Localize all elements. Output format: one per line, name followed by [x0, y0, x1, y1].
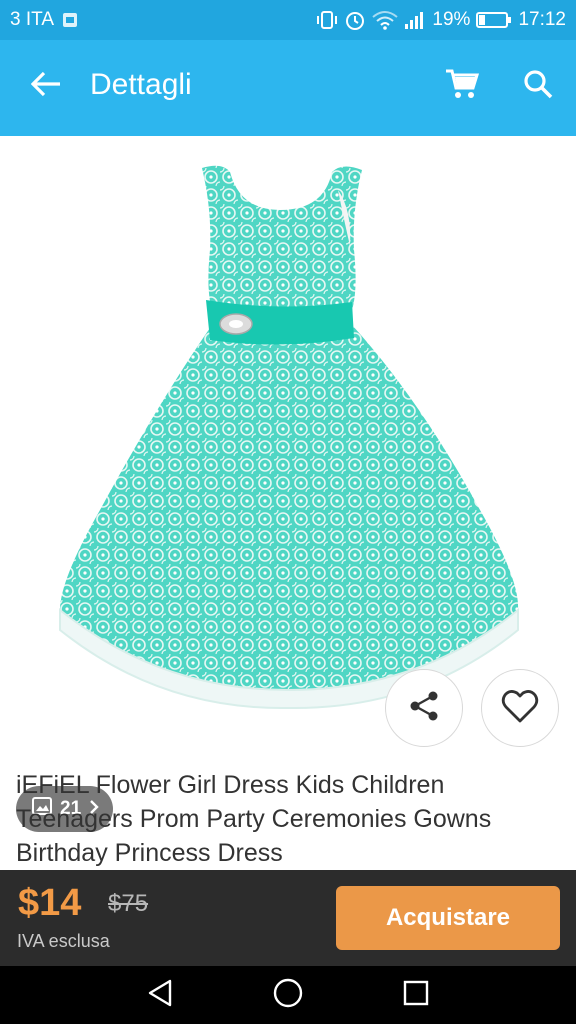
back-button[interactable] [24, 64, 68, 108]
price: $14 [18, 882, 82, 924]
vibrate-icon [316, 10, 338, 30]
back-arrow-icon [30, 71, 61, 102]
nav-recents-button[interactable] [392, 975, 440, 1015]
product-image [59, 165, 519, 710]
battery-icon [476, 11, 512, 29]
cart-icon [445, 68, 480, 105]
search-icon [523, 69, 553, 104]
signal-icon [404, 10, 426, 30]
wifi-icon [372, 10, 399, 30]
vat-note: IVA esclusa [17, 931, 110, 951]
status-bar: 3 ITA 19% 17:12 [0, 0, 576, 40]
price-bar: $14 $75 IVA esclusa Acquistare [0, 870, 576, 966]
carrier-label: 3 ITA [10, 9, 54, 30]
battery-percent: 19% [432, 9, 471, 30]
page-title: Dettagli [90, 68, 192, 101]
share-icon [407, 689, 441, 728]
product-gallery[interactable]: 21 [0, 140, 576, 832]
buy-button[interactable]: Acquistare [336, 886, 560, 950]
home-circle-icon [272, 977, 304, 1014]
favorite-button[interactable] [481, 669, 559, 747]
search-button[interactable] [514, 62, 562, 110]
product-title: iEFiEL Flower Girl Dress Kids Children T… [16, 771, 492, 867]
old-price: $75 [108, 890, 149, 917]
sim-icon [62, 12, 78, 28]
clock: 17:12 [518, 9, 566, 30]
navigation-bar [0, 966, 576, 1024]
nav-back-button[interactable] [136, 975, 184, 1015]
heart-icon [500, 688, 540, 729]
nav-home-button[interactable] [264, 975, 312, 1015]
share-button[interactable] [385, 669, 463, 747]
back-triangle-icon [146, 978, 174, 1013]
cart-button[interactable] [438, 62, 486, 110]
recents-square-icon [402, 979, 430, 1012]
app-bar: Dettagli [0, 40, 576, 136]
alarm-icon [344, 9, 366, 31]
